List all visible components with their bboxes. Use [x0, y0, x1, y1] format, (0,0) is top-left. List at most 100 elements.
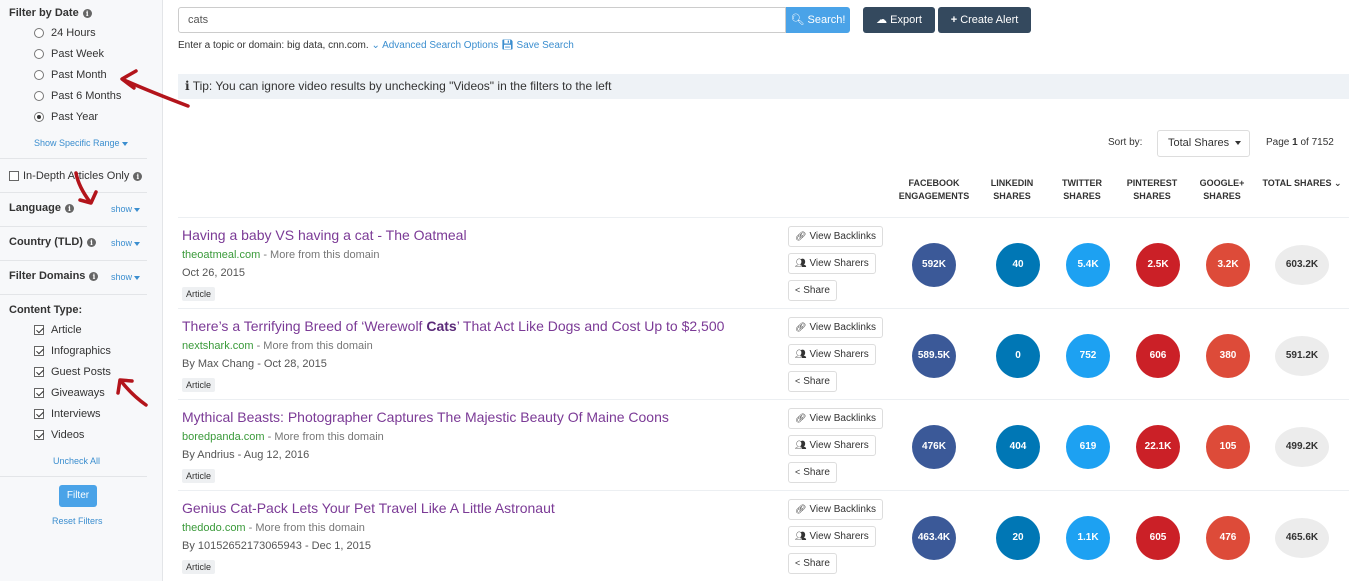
- twitter-count: 752: [1066, 334, 1110, 378]
- result-type-badge: Article: [182, 560, 216, 574]
- date-option-24-hours[interactable]: 24 Hours: [34, 27, 96, 39]
- date-option-past-week[interactable]: Past Week: [34, 48, 104, 60]
- divider: [0, 260, 147, 261]
- info-icon: i: [185, 79, 190, 93]
- view-backlinks-button[interactable]: 🔗︎ View Backlinks: [788, 408, 883, 429]
- checkbox-checked[interactable]: [34, 346, 44, 356]
- more-from-domain-link[interactable]: - More from this domain: [246, 522, 365, 534]
- search-button[interactable]: 🔍︎ Search!: [786, 7, 850, 33]
- share-button[interactable]: < Share: [788, 462, 837, 483]
- checkbox-checked[interactable]: [34, 367, 44, 377]
- content-type-videos[interactable]: Videos: [34, 429, 84, 441]
- create-alert-button[interactable]: + Create Alert: [938, 7, 1031, 33]
- domains-show-link[interactable]: show: [111, 272, 141, 282]
- view-sharers-button[interactable]: 👥︎ View Sharers: [788, 344, 876, 365]
- column-header-pinterest[interactable]: PINTEREST SHARES: [1122, 177, 1182, 203]
- column-header-facebook[interactable]: FACEBOOK ENGAGEMENTS: [896, 177, 972, 203]
- language-filter-title: Language i: [9, 202, 74, 214]
- result-domain[interactable]: boredpanda.com - More from this domain: [182, 431, 384, 443]
- export-button[interactable]: ☁ Export: [863, 7, 935, 33]
- view-backlinks-button[interactable]: 🔗︎ View Backlinks: [788, 226, 883, 247]
- twitter-count: 1.1K: [1066, 516, 1110, 560]
- search-button-label: Search!: [807, 14, 846, 26]
- share-label: Share: [803, 376, 830, 387]
- content-type-interviews[interactable]: Interviews: [34, 408, 101, 420]
- content-type-infographics[interactable]: Infographics: [34, 345, 111, 357]
- country-show-link[interactable]: show: [111, 238, 141, 248]
- result-title-text: Having a baby VS having a cat - The Oatm…: [182, 227, 467, 243]
- column-header-line: ENGAGEMENTS: [898, 191, 970, 201]
- column-header-line: SHARES: [1133, 191, 1171, 201]
- reset-filters-link[interactable]: Reset Filters: [52, 516, 103, 526]
- view-backlinks-button[interactable]: 🔗︎ View Backlinks: [788, 317, 883, 338]
- result-title-link[interactable]: Genius Cat-Pack Lets Your Pet Travel Lik…: [182, 500, 555, 516]
- result-domain[interactable]: thedodo.com - More from this domain: [182, 522, 365, 534]
- info-icon[interactable]: i: [89, 271, 99, 281]
- result-domain-link[interactable]: nextshark.com: [182, 340, 254, 352]
- column-header-googleplus[interactable]: GOOGLE+ SHARES: [1192, 177, 1252, 203]
- radio-button[interactable]: [34, 28, 44, 38]
- column-header-line: PINTEREST: [1126, 178, 1178, 188]
- advanced-search-link[interactable]: ⌄ Advanced Search Options: [371, 40, 501, 51]
- in-depth-checkbox[interactable]: [9, 171, 19, 181]
- info-icon[interactable]: i: [133, 171, 143, 181]
- content-type-article[interactable]: Article: [34, 324, 82, 336]
- column-header-total-shares[interactable]: TOTAL SHARES ⌄: [1262, 177, 1342, 190]
- caret-down-icon: [1235, 141, 1242, 146]
- column-header-twitter[interactable]: TWITTER SHARES: [1052, 177, 1112, 203]
- checkbox-checked[interactable]: [34, 325, 44, 335]
- share-icon: <: [795, 376, 801, 386]
- share-button[interactable]: < Share: [788, 371, 837, 392]
- share-button[interactable]: < Share: [788, 280, 837, 301]
- search-input[interactable]: cats: [178, 7, 786, 33]
- column-header-line: FACEBOOK: [908, 178, 960, 188]
- uncheck-all-link[interactable]: Uncheck All: [53, 456, 100, 466]
- result-domain-link[interactable]: boredpanda.com: [182, 431, 265, 443]
- content-type-guest-posts[interactable]: Guest Posts: [34, 366, 111, 378]
- result-domain-link[interactable]: theoatmeal.com: [182, 249, 260, 261]
- users-icon: 👥︎: [795, 349, 807, 359]
- link-icon: 🔗︎: [795, 504, 807, 514]
- date-option-past-6-months[interactable]: Past 6 Months: [34, 90, 121, 102]
- date-option-past-year[interactable]: Past Year: [34, 111, 98, 123]
- save-icon: 💾︎: [501, 40, 514, 51]
- view-backlinks-button[interactable]: 🔗︎ View Backlinks: [788, 499, 883, 520]
- language-show-link[interactable]: show: [111, 204, 141, 214]
- sort-by-label: Sort by:: [1108, 137, 1143, 148]
- checkbox-checked[interactable]: [34, 409, 44, 419]
- result-title-link[interactable]: Mythical Beasts: Photographer Captures T…: [182, 409, 669, 425]
- radio-button[interactable]: [34, 70, 44, 80]
- content-type-giveaways[interactable]: Giveaways: [34, 387, 105, 399]
- radio-button-selected[interactable]: [34, 112, 44, 122]
- view-sharers-button[interactable]: 👥︎ View Sharers: [788, 526, 876, 547]
- result-title-link[interactable]: Having a baby VS having a cat - The Oatm…: [182, 227, 467, 243]
- filter-button[interactable]: Filter: [59, 485, 97, 507]
- more-from-domain-link[interactable]: - More from this domain: [265, 431, 384, 443]
- share-button[interactable]: < Share: [788, 553, 837, 574]
- facebook-count: 476K: [912, 425, 956, 469]
- result-domain[interactable]: nextshark.com - More from this domain: [182, 340, 373, 352]
- view-sharers-button[interactable]: 👥︎ View Sharers: [788, 253, 876, 274]
- more-from-domain-link[interactable]: - More from this domain: [254, 340, 373, 352]
- column-header-line: SHARES: [1203, 191, 1241, 201]
- view-sharers-button[interactable]: 👥︎ View Sharers: [788, 435, 876, 456]
- radio-button[interactable]: [34, 91, 44, 101]
- linkedin-count: 20: [996, 516, 1040, 560]
- info-icon[interactable]: i: [82, 8, 92, 18]
- export-label: Export: [890, 14, 922, 26]
- result-title-link[interactable]: There’s a Terrifying Breed of ‘Werewolf …: [182, 318, 724, 334]
- chevron-down-icon: ⌄: [1333, 178, 1342, 188]
- checkbox-checked[interactable]: [34, 430, 44, 440]
- save-search-link[interactable]: 💾︎ Save Search: [501, 40, 574, 51]
- checkbox-checked[interactable]: [34, 388, 44, 398]
- show-specific-range-link[interactable]: Show Specific Range: [34, 138, 128, 148]
- sort-select[interactable]: Total Shares: [1157, 130, 1250, 157]
- result-domain[interactable]: theoatmeal.com - More from this domain: [182, 249, 379, 261]
- result-domain-link[interactable]: thedodo.com: [182, 522, 246, 534]
- radio-button[interactable]: [34, 49, 44, 59]
- column-header-linkedin[interactable]: LINKEDIN SHARES: [982, 177, 1042, 203]
- info-icon[interactable]: i: [86, 237, 96, 247]
- filter-by-date-label: Filter by Date: [9, 7, 79, 19]
- date-option-past-month[interactable]: Past Month: [34, 69, 107, 81]
- more-from-domain-link[interactable]: - More from this domain: [260, 249, 379, 261]
